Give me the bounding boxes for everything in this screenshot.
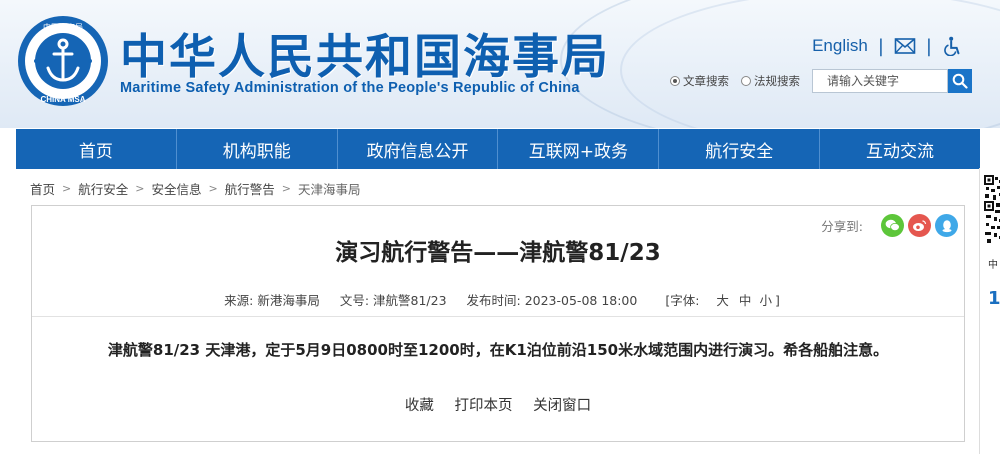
accessibility-icon[interactable]	[942, 36, 964, 56]
logo-text-bottom: CHINA MSA	[40, 95, 85, 104]
main-nav: 首页 机构职能 政府信息公开 互联网+政务 航行安全 互动交流	[16, 129, 980, 169]
breadcrumb-item-nav-warnings[interactable]: 航行警告	[225, 179, 275, 198]
site-header: 中国海事局 CHINA MSA 中华人民共和国海事局 Maritime Safe…	[0, 0, 1000, 128]
article-source: 来源: 新港海事局	[224, 293, 320, 308]
site-title-cn: 中华人民共和国海事局	[120, 30, 610, 85]
font-size-label: [字体:	[665, 293, 700, 308]
favorite-button[interactable]: 收藏	[405, 398, 434, 414]
search-icon	[952, 73, 968, 89]
floating-side-panel: 中 1	[979, 168, 1000, 454]
wechat-icon	[885, 219, 900, 231]
mail-icon[interactable]	[894, 36, 916, 56]
nav-item-home[interactable]: 首页	[16, 129, 177, 169]
breadcrumb-item-tianjin[interactable]: 天津海事局	[298, 179, 361, 198]
nav-item-gov-info[interactable]: 政府信息公开	[338, 129, 499, 169]
breadcrumb-separator: >	[135, 181, 145, 195]
search-type-law[interactable]: 法规搜索	[741, 73, 800, 89]
top-links: English | |	[812, 34, 964, 58]
divider	[32, 316, 964, 317]
header-decoration	[620, 0, 1000, 128]
article-content: 津航警81/23 天津港，定于5月9日0800时至1200时，在K1泊位前沿15…	[107, 341, 889, 359]
msa-logo[interactable]: 中国海事局 CHINA MSA	[16, 14, 110, 108]
article-title: 演习航行警告——津航警81/23	[335, 240, 661, 266]
radio-label: 法规搜索	[754, 74, 800, 88]
logo-text-top: 中国海事局	[43, 22, 83, 32]
article-card: 分享到: 演习航行警告——津航警81/23 来源: 新港海事局 文号: 津航警8…	[31, 205, 965, 442]
breadcrumb-item-home[interactable]: 首页	[30, 179, 55, 198]
breadcrumb-separator: >	[208, 181, 218, 195]
article-publish-time: 发布时间: 2023-05-08 18:00	[466, 293, 638, 308]
close-window-button[interactable]: 关闭窗口	[533, 398, 591, 414]
font-size-control: [字体: 大中小]	[657, 293, 780, 308]
nav-item-interaction[interactable]: 互动交流	[820, 129, 980, 169]
font-size-small[interactable]: 小	[759, 293, 772, 308]
side-panel-number: 1	[988, 288, 1000, 309]
nav-item-navigation-safety[interactable]: 航行安全	[659, 129, 821, 169]
breadcrumb-separator: >	[281, 181, 291, 195]
search-input[interactable]: 请输入关键字	[812, 69, 948, 93]
radio-selected[interactable]	[670, 76, 680, 86]
separator: |	[925, 35, 932, 57]
breadcrumb-item-safety-info[interactable]: 安全信息	[151, 179, 201, 198]
nav-item-functions[interactable]: 机构职能	[177, 129, 338, 169]
print-button[interactable]: 打印本页	[455, 398, 513, 414]
font-size-close: ]	[774, 293, 780, 308]
weibo-icon	[913, 220, 927, 231]
breadcrumb-separator: >	[62, 181, 72, 195]
qr-code-icon[interactable]	[984, 174, 1000, 246]
separator: |	[877, 35, 884, 57]
qq-icon	[942, 219, 951, 232]
font-size-medium[interactable]: 中	[739, 293, 752, 308]
breadcrumb: 首页 > 航行安全 > 安全信息 > 航行警告 > 天津海事局	[30, 178, 360, 198]
site-title-en: Maritime Safety Administration of the Pe…	[120, 80, 580, 96]
article-meta: 来源: 新港海事局 文号: 津航警81/23 发布时间: 2023-05-08 …	[32, 290, 964, 309]
side-panel-text: 中	[988, 260, 998, 271]
nav-item-internet-gov[interactable]: 互联网+政务	[498, 129, 660, 169]
radio-unselected[interactable]	[741, 76, 751, 86]
radio-label: 文章搜索	[683, 74, 729, 88]
article-doc-number: 文号: 津航警81/23	[339, 293, 447, 308]
search-bar: 文章搜索 法规搜索 请输入关键字	[670, 69, 972, 93]
search-type-article[interactable]: 文章搜索	[670, 73, 729, 89]
english-link[interactable]: English	[812, 36, 868, 56]
breadcrumb-item-navigation-safety[interactable]: 航行安全	[78, 179, 128, 198]
article-actions: 收藏 打印本页 关闭窗口	[32, 394, 964, 415]
font-size-large[interactable]: 大	[716, 293, 729, 308]
search-button[interactable]	[948, 69, 972, 93]
